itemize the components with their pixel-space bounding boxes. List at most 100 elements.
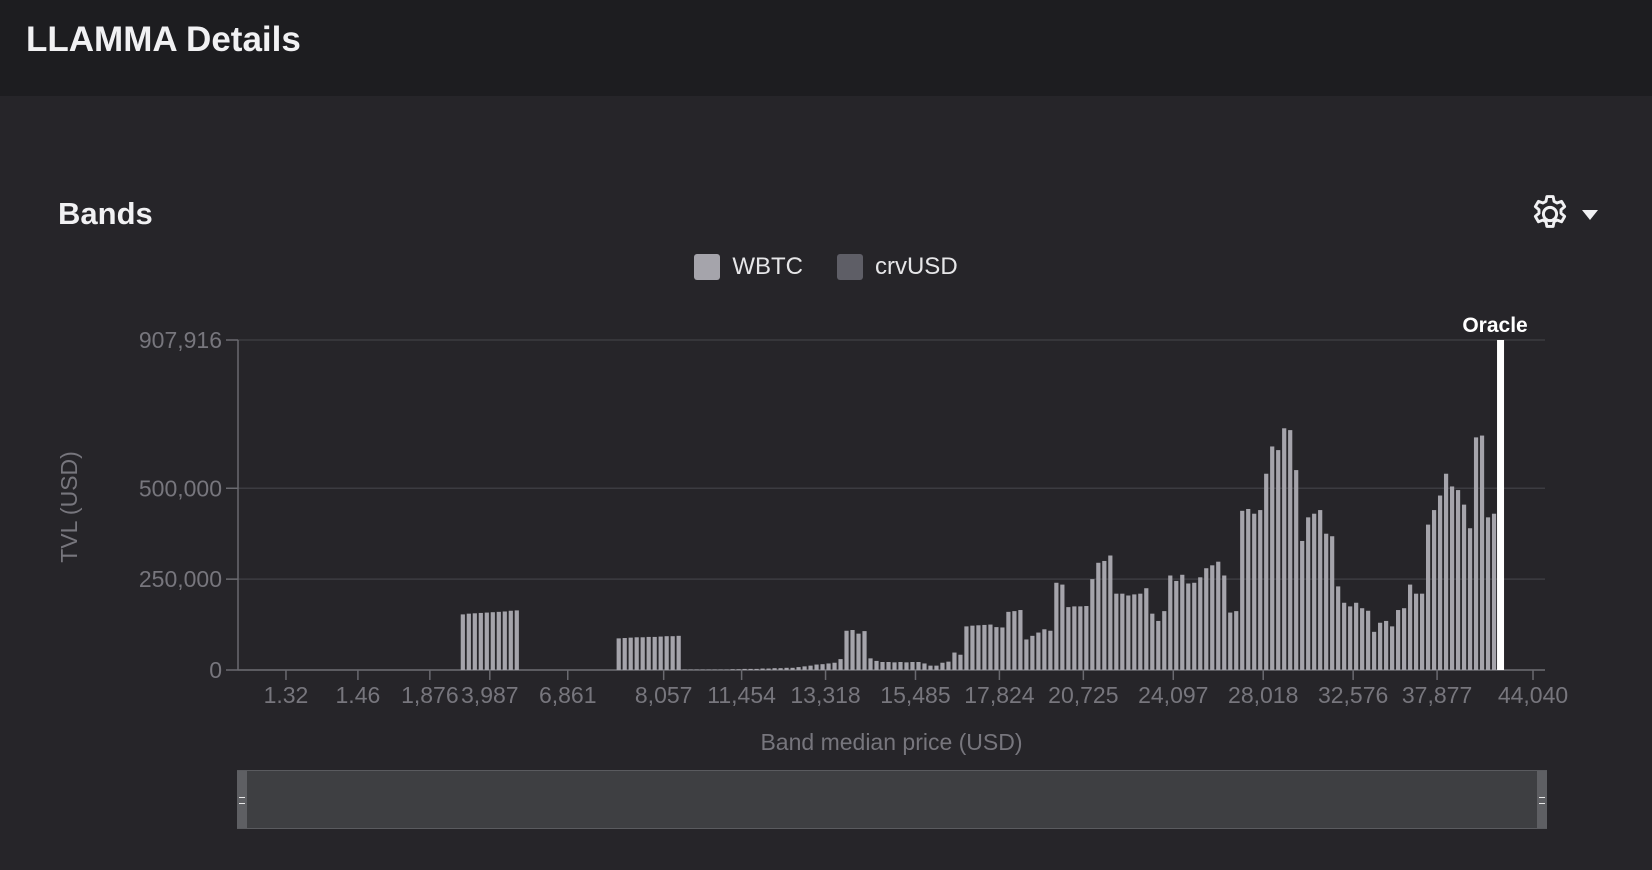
bar-wbtc: [1096, 562, 1101, 670]
bar-wbtc: [1228, 612, 1233, 670]
bar-wbtc: [1449, 486, 1455, 670]
x-tick-label: 13,318: [790, 682, 860, 708]
bar-wbtc: [1114, 593, 1119, 670]
bar-wbtc: [832, 662, 837, 670]
bar-wbtc: [934, 665, 939, 670]
bar-wbtc: [1276, 450, 1281, 670]
bar-wbtc: [844, 630, 849, 670]
bar-wbtc: [778, 668, 783, 670]
bar-wbtc: [1282, 428, 1287, 670]
bar-wbtc: [1294, 470, 1299, 670]
bar-wbtc: [892, 662, 897, 670]
bar-wbtc: [1288, 430, 1293, 670]
bar-wbtc: [1455, 490, 1461, 670]
bar-wbtc: [1408, 584, 1413, 670]
bar-wbtc: [1084, 606, 1089, 670]
bar-wbtc: [1156, 620, 1161, 670]
bar-wbtc: [1174, 580, 1179, 670]
bar-wbtc: [1396, 610, 1401, 670]
bar-wbtc: [736, 669, 741, 670]
bar-wbtc: [1270, 446, 1275, 670]
slider-handle-left[interactable]: [237, 771, 247, 828]
y-tick-label: 250,000: [139, 566, 222, 592]
bar-wbtc: [1414, 593, 1419, 670]
y-tick-label: 500,000: [139, 475, 222, 501]
bar-wbtc: [1324, 533, 1329, 670]
bar-wbtc: [964, 626, 969, 670]
bar-wbtc: [868, 658, 873, 670]
x-tick-label: 44,040: [1498, 682, 1568, 708]
bar-wbtc: [1491, 513, 1497, 670]
bar-wbtc: [910, 662, 915, 670]
bar-wbtc: [976, 625, 981, 670]
bar-wbtc: [1204, 568, 1209, 670]
bar-wbtc: [1216, 561, 1221, 670]
x-tick-label: 24,097: [1138, 682, 1208, 708]
bar-wbtc: [1312, 513, 1317, 670]
bar-wbtc: [472, 613, 477, 670]
bar-wbtc: [1258, 510, 1263, 670]
bar-wbtc: [1150, 613, 1155, 670]
x-tick-label: 1.32: [264, 682, 309, 708]
bar-wbtc: [1186, 583, 1191, 670]
bar-wbtc: [466, 613, 471, 670]
bar-wbtc: [922, 663, 927, 670]
bar-wbtc: [1330, 536, 1335, 670]
bar-wbtc: [1108, 555, 1113, 670]
bar-wbtc: [1384, 620, 1389, 670]
bar-wbtc: [982, 624, 987, 670]
bar-wbtc: [1234, 611, 1239, 670]
bar-wbtc: [1036, 632, 1041, 670]
bar-wbtc: [634, 637, 639, 670]
bar-wbtc: [1090, 579, 1095, 670]
x-tick-label: 11,454: [707, 682, 776, 708]
bar-wbtc: [1342, 602, 1347, 670]
bar-wbtc: [1419, 593, 1425, 670]
x-tick-label: 1.46: [336, 682, 381, 708]
bar-wbtc: [916, 662, 921, 670]
bar-wbtc: [814, 664, 819, 670]
bar-wbtc: [784, 667, 789, 670]
bar-wbtc: [1162, 611, 1167, 670]
bar-wbtc: [652, 636, 657, 670]
bar-wbtc: [928, 665, 933, 670]
bar-wbtc: [730, 669, 735, 670]
bar-wbtc: [484, 612, 489, 670]
bar-wbtc: [1473, 437, 1479, 670]
x-tick-label: 8,057: [635, 682, 693, 708]
bands-chart: 0 250,000 500,000 907,916 Oracle 1.32 1.46 1,87…: [56, 314, 1568, 755]
bar-wbtc: [1485, 517, 1491, 670]
oracle-label: Oracle: [1462, 314, 1527, 337]
bar-wbtc: [760, 668, 765, 670]
bar-wbtc: [1120, 593, 1125, 670]
bar-wbtc: [790, 667, 795, 670]
bar-wbtc: [1048, 630, 1053, 670]
bar-wbtc: [490, 612, 495, 670]
bar-wbtc: [1054, 582, 1059, 670]
bar-wbtc: [502, 611, 507, 670]
bar-wbtc: [1425, 524, 1431, 670]
bar-wbtc: [1006, 611, 1011, 670]
range-slider[interactable]: [237, 770, 1547, 829]
bar-wbtc: [640, 637, 645, 670]
bar-wbtc: [1138, 593, 1143, 670]
bar-wbtc: [676, 635, 681, 670]
bar-wbtc: [880, 662, 885, 670]
y-tick-label: 907,916: [139, 327, 222, 353]
bar-wbtc: [1000, 627, 1005, 670]
bar-wbtc: [886, 662, 891, 670]
x-tick-label: 3,987: [461, 682, 519, 708]
bar-wbtc: [1144, 588, 1149, 670]
x-tick-label: 1,876: [401, 682, 459, 708]
bar-wbtc: [1437, 495, 1443, 670]
bar-wbtc: [1018, 610, 1023, 670]
bar-wbtc: [850, 630, 855, 670]
bar-wbtc: [1348, 606, 1353, 670]
bar-wbtc: [1264, 473, 1269, 670]
slider-handle-right[interactable]: [1537, 771, 1547, 828]
bar-wbtc: [970, 625, 975, 670]
bar-wbtc: [838, 659, 843, 670]
bar-wbtc: [1012, 611, 1017, 670]
bar-wbtc: [808, 665, 813, 670]
bar-wbtc: [1132, 594, 1137, 670]
